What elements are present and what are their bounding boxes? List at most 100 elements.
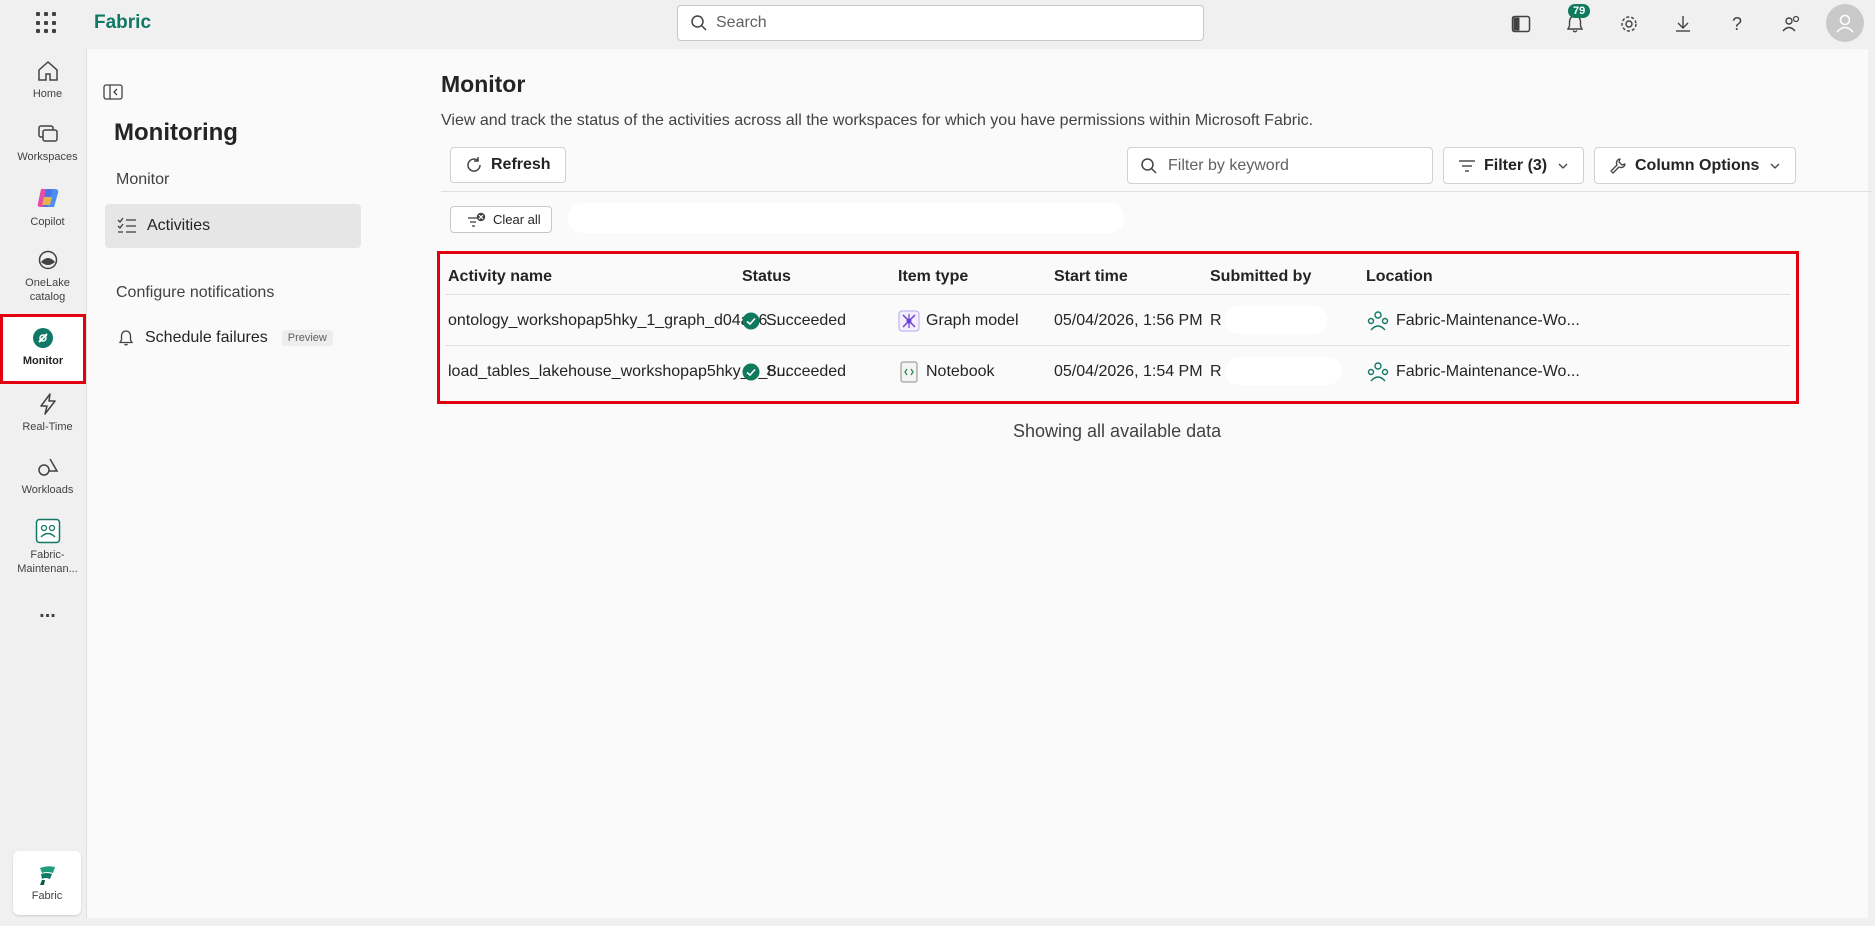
chevron-down-icon [1558, 163, 1568, 169]
redacted-user [1225, 357, 1342, 385]
showing-data-text: Showing all available data [1013, 421, 1222, 441]
submitted-by: R [1210, 362, 1222, 380]
toolbar-divider [441, 191, 1872, 192]
activities-table: Activity name Status Item type Start tim… [437, 251, 1799, 404]
workspace-group-icon [1367, 361, 1389, 381]
column-header[interactable]: Submitted by [1210, 268, 1311, 286]
table-row[interactable]: ontology_workshopap5hky_1_graph_d04a86..… [445, 294, 1790, 345]
share-feedback-icon[interactable] [1778, 11, 1804, 37]
bell-icon [118, 330, 134, 346]
nav-item-activities[interactable]: Activities [105, 204, 361, 248]
column-header[interactable]: Status [742, 268, 791, 286]
filter-icon [1459, 159, 1475, 172]
left-rail: Home Workspaces Copilot OneLake catalog … [0, 49, 86, 918]
rail-label: Home [32, 88, 63, 100]
item-type-text: Graph model [926, 311, 1019, 329]
status-text: Succeeded [766, 311, 847, 329]
item-type-text: Notebook [926, 362, 995, 380]
chevron-down-icon [1770, 163, 1780, 169]
table-row[interactable]: load_tables_lakehouse_workshopap5hky_1_8… [445, 345, 1790, 396]
page-title: Monitor [441, 71, 526, 97]
help-icon[interactable]: ? [1724, 11, 1750, 37]
wrench-icon [1610, 157, 1626, 174]
status-text: Succeeded [766, 362, 847, 380]
nav-item-schedule-failures[interactable]: Schedule failures Preview [105, 316, 361, 360]
notification-badge: 79 [1568, 4, 1591, 18]
clear-all-button[interactable]: Clear all [450, 206, 552, 233]
redacted-user [1225, 306, 1328, 334]
refresh-button[interactable]: Refresh [450, 147, 566, 183]
item-type-cell: Notebook [898, 346, 995, 397]
filter-label: Filter (3) [1484, 156, 1548, 174]
fabric-switcher[interactable]: Fabric [13, 851, 81, 915]
checklist-icon [117, 217, 136, 233]
monitoring-nav: Monitoring Monitor Activities Configure … [86, 49, 368, 918]
rail-item-monitor[interactable]: Monitor [0, 314, 86, 384]
start-time: 05/04/2026, 1:56 PM [1054, 311, 1203, 329]
rail-item-workloads[interactable]: Workloads [10, 455, 85, 509]
user-avatar[interactable] [1826, 4, 1864, 42]
refresh-label: Refresh [491, 156, 551, 173]
success-check-icon [742, 312, 760, 329]
column-header[interactable]: Activity name [448, 268, 552, 286]
rail-label: Copilot [30, 216, 65, 228]
start-time: 05/04/2026, 1:54 PM [1054, 362, 1203, 380]
rail-item-workspaces[interactable]: Workspaces [10, 122, 85, 176]
rail-item-home[interactable]: Home [10, 59, 85, 113]
column-header[interactable]: Start time [1054, 268, 1128, 286]
rail-label: Monitor [22, 355, 64, 367]
rail-more-button[interactable]: ... [10, 600, 85, 628]
page-description: View and track the status of the activit… [441, 112, 1314, 129]
preview-badge: Preview [281, 330, 333, 346]
home-icon [37, 60, 58, 81]
filter-button[interactable]: Filter (3) [1443, 147, 1585, 184]
nav-section-monitor: Monitor [116, 171, 170, 188]
search-input[interactable]: Search [677, 5, 1204, 41]
rail-item-copilot[interactable]: Copilot [10, 185, 85, 239]
rail-label: Real-Time [22, 421, 73, 433]
keyword-filter-placeholder: Filter by keyword [1168, 156, 1289, 174]
workspaces-icon [37, 125, 58, 142]
column-options-button[interactable]: Column Options [1594, 147, 1797, 184]
search-placeholder: Search [716, 14, 767, 31]
nav-section-notifications[interactable]: Configure notifications [116, 284, 274, 302]
status-cell: Succeeded [742, 295, 846, 346]
location-cell[interactable]: Fabric-Maintenance-Wo... [1366, 346, 1580, 397]
activity-name[interactable]: load_tables_lakehouse_workshopap5hky_1_8… [448, 346, 790, 397]
item-type-cell: Graph model [898, 295, 1019, 346]
app-launcher-icon[interactable] [36, 12, 58, 34]
workspace-icon [35, 518, 60, 544]
rail-item-real-time[interactable]: Real-Time [10, 392, 85, 446]
rail-label: Workspaces [17, 151, 78, 163]
nav-item-label: Activities [147, 217, 211, 234]
column-header[interactable]: Location [1366, 268, 1433, 286]
brand-name[interactable]: Fabric [94, 12, 151, 34]
keyword-filter-input[interactable]: Filter by keyword [1127, 147, 1433, 184]
search-icon [691, 15, 707, 31]
location-text: Fabric-Maintenance-Wo... [1396, 362, 1580, 380]
monitor-icon [33, 328, 53, 348]
success-check-icon [742, 363, 760, 380]
top-bar: Fabric Search 79 ? [0, 0, 1875, 47]
graph-model-icon [898, 310, 920, 331]
workspace-group-icon [1367, 310, 1389, 330]
rail-item-onelake-catalog[interactable]: OneLake catalog [10, 248, 85, 308]
main-content: Monitor View and track the status of the… [368, 49, 1872, 918]
search-icon [1141, 157, 1157, 174]
collapse-nav-icon[interactable] [103, 84, 123, 105]
column-header[interactable]: Item type [898, 268, 968, 286]
rail-label: Fabric-Maintenan... [17, 549, 78, 575]
more-icon: ... [39, 600, 56, 622]
workloads-icon [37, 458, 58, 476]
activity-name[interactable]: ontology_workshopap5hky_1_graph_d04a86..… [448, 295, 781, 346]
settings-gear-icon[interactable] [1616, 11, 1642, 37]
nav-title: Monitoring [114, 119, 238, 146]
download-icon[interactable] [1670, 11, 1696, 37]
fabric-logo-icon [40, 866, 55, 885]
panel-toggle-icon[interactable] [1508, 11, 1534, 37]
submitted-by: R [1210, 311, 1222, 329]
location-text: Fabric-Maintenance-Wo... [1396, 311, 1580, 329]
rail-item-workspace[interactable]: Fabric-Maintenan... [10, 518, 85, 588]
rail-label: Workloads [21, 484, 74, 496]
location-cell[interactable]: Fabric-Maintenance-Wo... [1366, 295, 1580, 346]
